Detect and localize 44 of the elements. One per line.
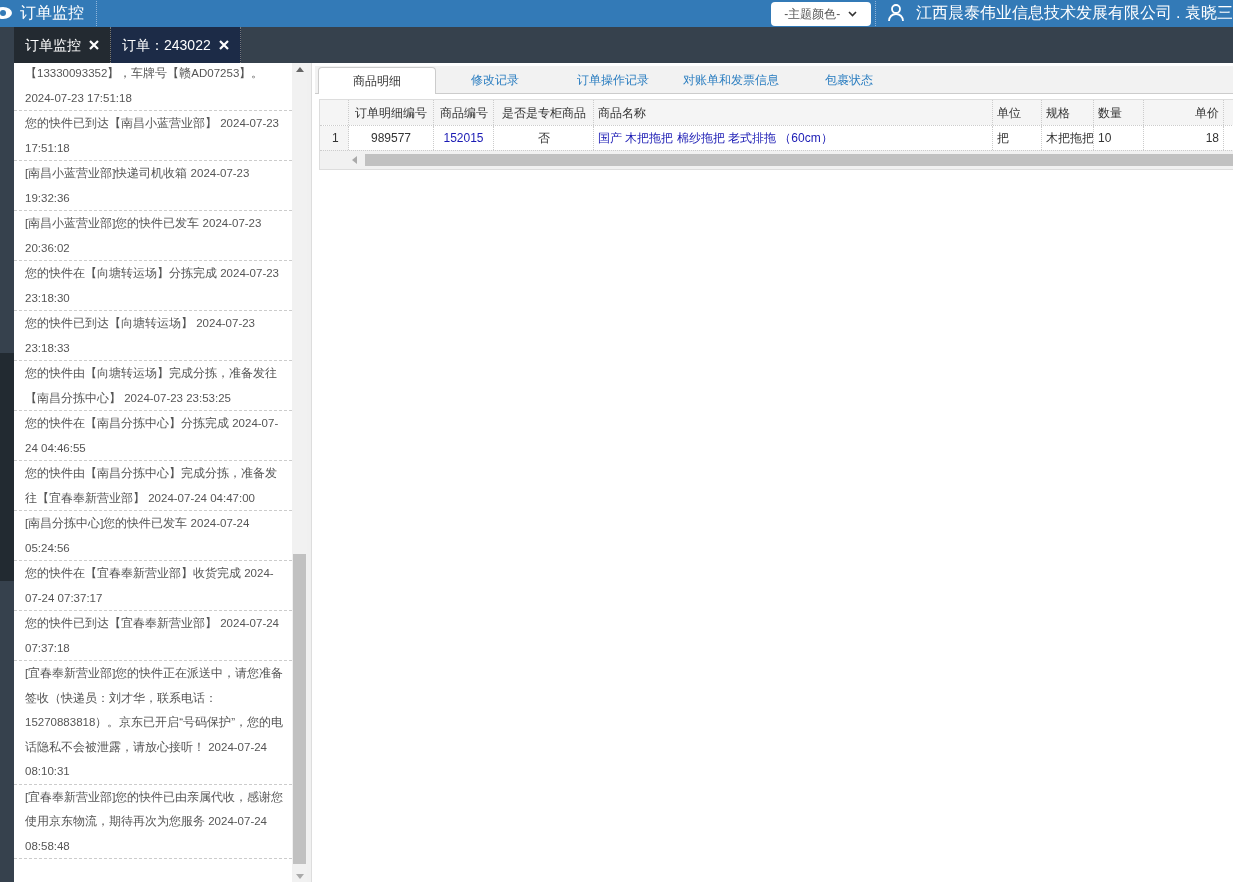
theme-color-select[interactable]: -主题颜色- [770,2,871,26]
scroll-left-icon[interactable] [352,156,357,164]
tracking-entry: 您的快件已到达【宜春奉新营业部】 2024-07-24 07:37:18 [25,616,281,656]
tracking-entry: 您的快件由【南昌分拣中心】完成分拣，准备发往【宜春奉新营业部】 2024-07-24 04:47:00 [25,466,278,506]
page-tab[interactable]: 订单监控 [14,27,111,63]
tracking-entry: [南昌小蓝营业部]快递司机收箱 2024-07-23 19:32:36 [25,166,251,206]
close-icon[interactable] [89,40,99,50]
detail-tab[interactable]: 修改记录 [436,67,554,93]
tracking-entry: 您的快件由【向塘转运场】完成分拣，准备发往【南昌分拣中心】 2024-07-23 23:53:25 [25,366,278,406]
detail-tab[interactable]: 包裹状态 [790,67,908,93]
user-company: 江西晨泰伟业信息技术发展有限公司 . 袁晓三 [915,3,1233,23]
detail-tab[interactable]: 商品明细 [318,67,436,94]
column-header[interactable]: 规格 [1042,100,1094,125]
horizontal-scrollbar[interactable] [320,150,1233,169]
tracking-entry: [宜春奉新营业部]您的快件已由亲属代收，感谢您使用京东物流，期待再次为您服务 2024-07-24 08:58:48 [25,789,285,854]
scroll-down-icon[interactable] [295,874,304,879]
scrollbar[interactable] [292,63,307,882]
page-tab[interactable]: 订单：243022 [111,27,241,63]
column-header[interactable]: 单位 [993,100,1042,125]
column-header[interactable]: 商品名称 [594,100,993,125]
detail-tab[interactable]: 订单操作记录 [554,67,672,93]
chevron-down-icon [848,11,858,17]
close-icon[interactable] [218,40,229,50]
tracking-entry: 【13330093352】，车牌号【赣AD07253】。 2024-07-23 17:51:18 [25,66,265,106]
column-header[interactable]: 是否是专柜商品 [494,100,594,125]
tracking-entry: 您的快件已到达【南昌小蓝营业部】 2024-07-23 17:51:18 [25,116,281,156]
detail-tab[interactable]: 对账单和发票信息 [672,67,790,93]
user-icon [887,4,904,22]
page-title: 订单监控 [20,3,84,23]
column-header[interactable]: 单价 [1144,100,1224,125]
tracking-entry: 您的快件在【向塘转运场】分拣完成 2024-07-23 23:18:30 [25,266,281,306]
row-number: 1 [320,126,349,150]
scroll-thumb[interactable] [293,554,306,864]
column-header[interactable]: 商品编号 [434,100,494,125]
tracking-entry: [宜春奉新营业部]您的快件正在派送中，请您准备签收（快递员：刘才华，联系电话：15270883818）。京东已开启“号码保护”，您的电话隐私不会被泄露，请放心接听！ 2024-07-24 08:10:31 [25,666,285,779]
tracking-entry: 您的快件在【宜春奉新营业部】收货完成 2024-07-24 07:37:17 [25,566,275,606]
tracking-entry: 您的快件已到达【向塘转运场】 2024-07-23 23:18:33 [25,316,257,356]
scroll-up-icon[interactable] [295,67,304,72]
tracking-entry: 您的快件在【南昌分拣中心】分拣完成 2024-07-24 04:46:55 [25,416,280,456]
column-header[interactable]: 数量 [1094,100,1144,125]
tracking-entry: [南昌小蓝营业部]您的快件已发车 2024-07-23 20:36:02 [25,216,263,256]
column-header[interactable]: 订单明细编号 [349,100,434,125]
tracking-entry: [南昌分拣中心]您的快件已发车 2024-07-24 05:24:56 [25,516,251,556]
scroll-thumb[interactable] [365,154,1233,166]
